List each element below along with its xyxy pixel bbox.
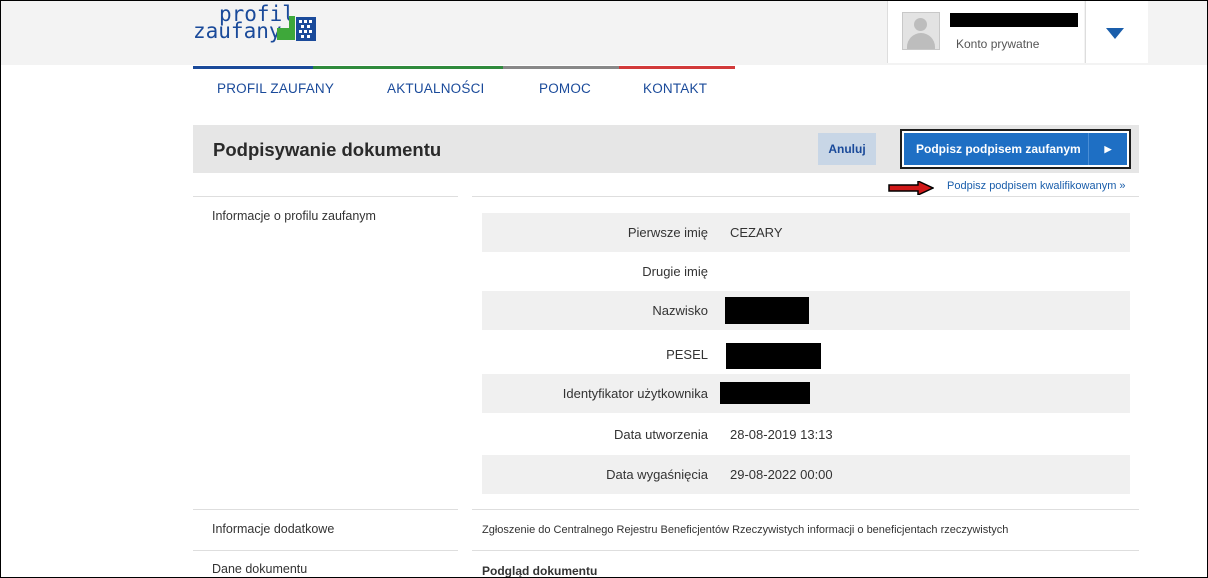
sign-trusted-button-highlight: Podpisz podpisem zaufanym ▶ [900, 129, 1131, 169]
section-label-document-data: Dane dokumentu [212, 562, 308, 576]
page-title: Podpisywanie dokumentu [213, 139, 442, 160]
info-row-value: 29-08-2022 00:00 [730, 467, 833, 482]
info-row-label: Identyfikator użytkownika [562, 386, 708, 401]
info-row-label: Nazwisko [652, 303, 708, 318]
divider-right-top [472, 196, 1139, 197]
additional-info-text: Zgłoszenie do Centralnego Rejestru Benef… [482, 524, 1009, 536]
redacted-surname [725, 297, 809, 324]
profil-zaufany-logo[interactable]: profil zaufany [193, 4, 373, 56]
nav-kontakt[interactable]: KONTAKT [643, 81, 707, 96]
info-row-label: Data wygaśnięcia [606, 467, 708, 482]
info-row-value: CEZARY [730, 225, 783, 240]
info-row-pesel: PESEL [482, 335, 1130, 374]
info-row-created: Data utworzenia 28-08-2019 13:13 [482, 415, 1130, 454]
browser-viewport: profil zaufany Konto prywatne PROFIL ZAU… [0, 0, 1208, 578]
redacted-account-name [950, 13, 1078, 27]
account-menu-toggle[interactable] [1085, 1, 1148, 63]
account-type-label: Konto prywatne [956, 37, 1040, 51]
nav-aktualnosci[interactable]: AKTUALNOŚCI [387, 81, 484, 96]
info-row-second-name: Drugie imię [482, 252, 1130, 291]
redacted-pesel [726, 343, 821, 369]
red-arrow-icon [888, 181, 934, 195]
nav-color-stripe-blue [193, 66, 313, 69]
section-label-additional-info: Informacje dodatkowe [212, 522, 335, 536]
info-row-value: 28-08-2019 13:13 [730, 427, 833, 442]
nav-color-stripe-red [619, 66, 735, 69]
play-arrow-icon: ▶ [1088, 133, 1127, 165]
nav-color-stripe-green [313, 66, 503, 69]
divider-right-additional [472, 509, 1139, 510]
sign-qualified-link[interactable]: Podpisz podpisem kwalifikowanym » [947, 180, 1126, 192]
info-row-label: Pierwsze imię [627, 225, 708, 240]
site-header: profil zaufany Konto prywatne [1, 1, 1207, 65]
nav-profil-zaufany[interactable]: PROFIL ZAUFANY [217, 81, 334, 96]
divider-left-document [193, 550, 458, 551]
document-preview-title: Podgląd dokumentu [482, 564, 598, 578]
nav-color-stripe-gray [503, 66, 619, 69]
triangle-down-icon [1106, 28, 1124, 39]
logo-mark-icon [277, 16, 316, 41]
nav-pomoc[interactable]: POMOC [539, 81, 591, 96]
info-row-surname: Nazwisko [482, 291, 1130, 330]
info-row-label: Data utworzenia [614, 427, 708, 442]
sign-trusted-button-label: Podpisz podpisem zaufanym [916, 142, 1081, 156]
divider-right-document [472, 550, 1139, 551]
user-avatar-icon [902, 12, 940, 50]
section-label-profile-info: Informacje o profilu zaufanym [212, 209, 376, 223]
info-row-expires: Data wygaśnięcia 29-08-2022 00:00 [482, 455, 1130, 494]
info-row-user-id: Identyfikator użytkownika [482, 374, 1130, 413]
redacted-user-id [720, 382, 810, 404]
sign-trusted-button[interactable]: Podpisz podpisem zaufanym ▶ [904, 133, 1127, 165]
info-row-label: PESEL [666, 347, 708, 362]
divider-left-additional [193, 509, 458, 510]
page-title-bar: Podpisywanie dokumentu Anuluj Podpisz po… [193, 125, 1139, 173]
info-row-label: Drugie imię [642, 264, 708, 279]
info-row-first-name: Pierwsze imię CEZARY [482, 213, 1130, 252]
cancel-button[interactable]: Anuluj [818, 133, 876, 165]
divider-left-top [193, 196, 458, 197]
account-panel[interactable]: Konto prywatne [887, 1, 1084, 63]
